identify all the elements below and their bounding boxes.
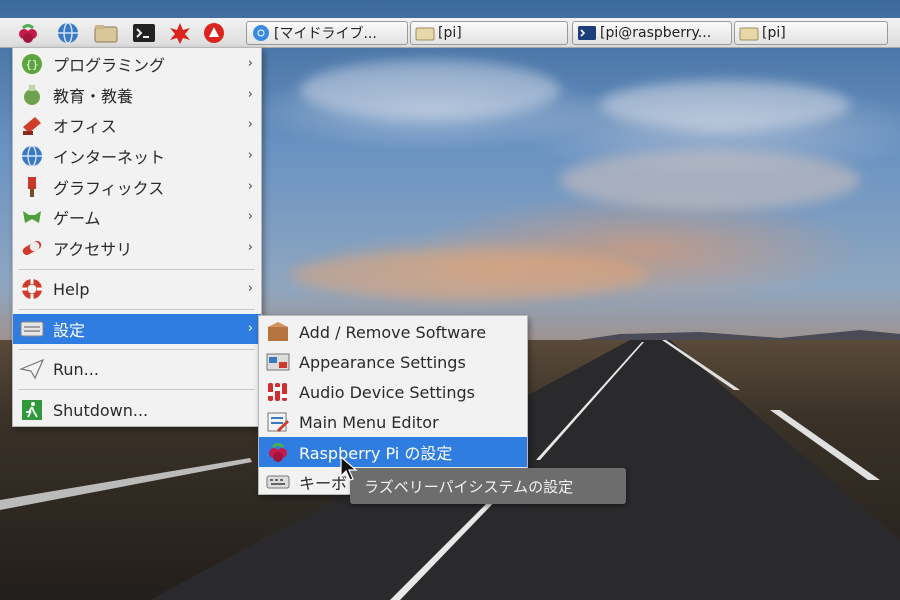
chevron-right-icon: › [247, 240, 253, 255]
mathematica-icon[interactable] [168, 22, 192, 44]
menu-item-education[interactable]: 教育・教養 › [13, 80, 261, 110]
submenu-item-audio-device-settings[interactable]: Audio Device Settings [259, 377, 527, 407]
task-terminal[interactable]: [pi@raspberry... [572, 21, 732, 45]
chevron-right-icon: › [247, 56, 253, 71]
menu-separator [19, 309, 255, 310]
audio-icon [268, 383, 287, 401]
task-label: [pi@raspberry... [600, 25, 712, 41]
menu-item-accessories[interactable]: アクセサリ › [13, 233, 261, 263]
top-panel: [マイドライブ... [pi] [pi@raspberry... [pi] [0, 18, 900, 48]
menu-item-games[interactable]: ゲーム › [13, 202, 261, 232]
terminal-icon [578, 26, 596, 40]
menu-item-graphics[interactable]: グラフィックス › [13, 172, 261, 202]
chevron-right-icon: › [247, 209, 253, 224]
submenu-label: Raspberry Pi の設定 [299, 444, 453, 463]
submenu-item-main-menu-editor[interactable]: Main Menu Editor [259, 407, 527, 437]
menu-label: ゲーム [53, 209, 101, 228]
help-lifebuoy-icon [22, 279, 42, 299]
chevron-right-icon: › [247, 87, 253, 102]
menu-label: インターネット [53, 148, 166, 167]
menu-editor-icon [267, 412, 289, 432]
chevron-right-icon: › [247, 117, 253, 132]
tooltip-text: ラズベリーパイシステムの設定 [364, 477, 574, 496]
submenu-item-appearance-settings[interactable]: Appearance Settings [259, 347, 527, 377]
raspberry-menu-icon[interactable] [16, 22, 40, 44]
task-label: [pi] [438, 25, 462, 41]
menu-label: プログラミング [53, 56, 166, 75]
task-file-manager-2[interactable]: [pi] [734, 21, 888, 45]
submenu-label: Audio Device Settings [299, 382, 475, 402]
task-chromium[interactable]: [マイドライブ... [246, 21, 408, 45]
menu-label: Shutdown... [53, 400, 149, 420]
menu-label: 教育・教養 [53, 87, 134, 106]
submenu-item-add-remove-software[interactable]: Add / Remove Software [259, 317, 527, 347]
chevron-right-icon: › [247, 179, 253, 194]
file-manager-icon[interactable] [94, 22, 118, 44]
menu-label: グラフィックス [53, 179, 165, 198]
preferences-icon [20, 321, 44, 337]
tooltip: ラズベリーパイシステムの設定 [350, 468, 626, 504]
cloud [560, 150, 860, 210]
menu-separator [19, 349, 255, 350]
web-browser-icon[interactable] [56, 22, 80, 44]
keyboard-icon [266, 475, 290, 489]
svg-text:{}: {} [25, 58, 38, 71]
main-menu: {} プログラミング › 教育・教養 › オフィス › インターネット › グラ… [12, 47, 262, 427]
terminal-icon[interactable] [132, 22, 156, 44]
menu-label: アクセサリ [53, 240, 133, 259]
games-icon [23, 211, 41, 223]
menu-item-office[interactable]: オフィス › [13, 110, 261, 140]
task-label: [マイドライブ... [274, 26, 377, 42]
menu-label: Help [53, 279, 90, 299]
chevron-right-icon: › [247, 321, 253, 336]
menu-separator [19, 389, 255, 390]
menu-label: Run... [53, 359, 99, 379]
task-label: [pi] [762, 25, 786, 41]
folder-icon [415, 27, 435, 41]
submenu-item-raspberry-pi-configuration[interactable]: Raspberry Pi の設定 [259, 437, 527, 467]
shutdown-icon [22, 400, 42, 420]
menu-item-run[interactable]: Run... [13, 354, 261, 384]
programming-icon: {} [22, 54, 42, 74]
cloud [600, 80, 850, 130]
menu-item-internet[interactable]: インターネット › [13, 141, 261, 171]
menu-separator [19, 269, 255, 270]
wolfram-icon[interactable] [202, 22, 226, 44]
run-icon [19, 358, 45, 380]
submenu-label: Main Menu Editor [299, 412, 439, 432]
internet-globe-icon [22, 145, 42, 167]
menu-item-help[interactable]: Help › [13, 274, 261, 304]
office-icon [23, 117, 41, 135]
chromium-icon [253, 25, 269, 41]
appearance-icon [266, 353, 290, 371]
menu-item-programming[interactable]: {} プログラミング › [13, 49, 261, 79]
package-icon [268, 322, 288, 341]
raspberry-icon [269, 443, 287, 462]
mouse-cursor-icon [340, 456, 358, 481]
chevron-right-icon: › [247, 148, 253, 163]
menu-label: オフィス [53, 117, 117, 136]
submenu-label: Add / Remove Software [299, 322, 487, 342]
education-icon [24, 85, 40, 105]
graphics-icon [28, 177, 36, 197]
menu-item-shutdown[interactable]: Shutdown... [13, 395, 261, 425]
folder-icon [739, 27, 759, 41]
menu-label: 設定 [53, 321, 86, 340]
accessories-icon [22, 241, 42, 255]
task-file-manager[interactable]: [pi] [410, 21, 568, 45]
chevron-right-icon: › [247, 281, 253, 296]
menu-item-preferences[interactable]: 設定 › [13, 314, 261, 344]
cloud [290, 250, 650, 300]
cloud [300, 60, 560, 120]
submenu-label: Appearance Settings [299, 352, 466, 372]
